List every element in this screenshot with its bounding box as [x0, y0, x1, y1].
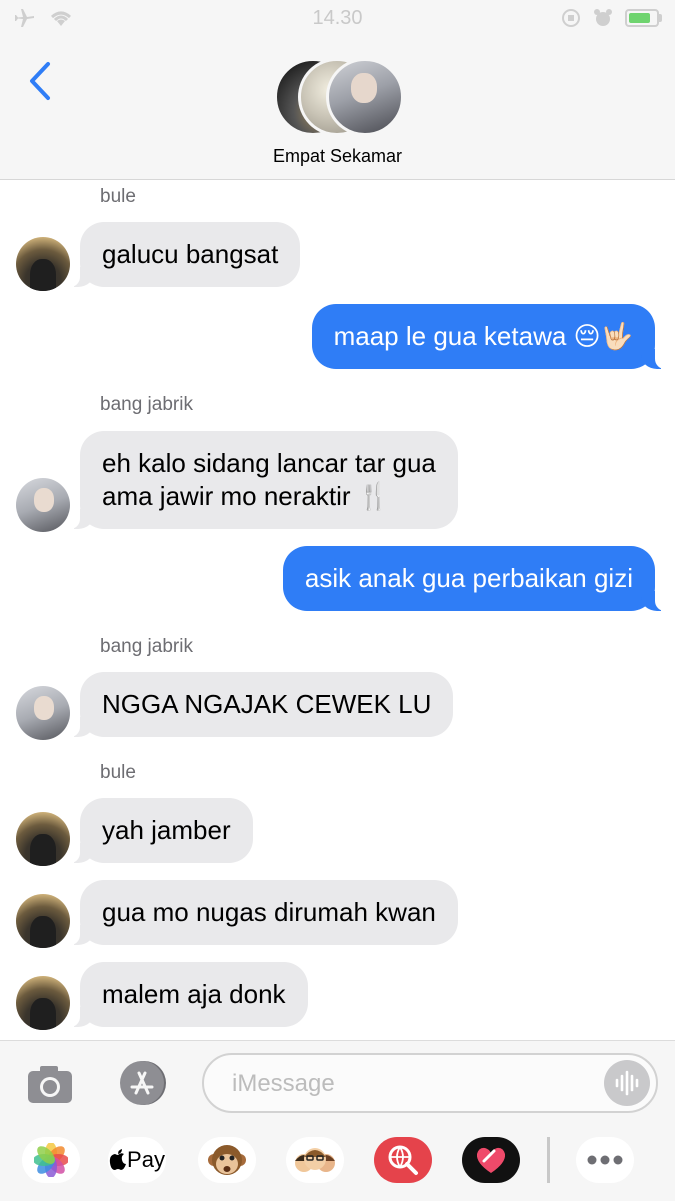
- orientation-lock-icon: [562, 9, 580, 27]
- incoming-message[interactable]: malem aja donk: [70, 962, 308, 1027]
- imessage-input[interactable]: [230, 1067, 594, 1101]
- app-drawer: Pay: [0, 1133, 675, 1191]
- status-bar: 14.30: [0, 0, 675, 38]
- apple-logo-icon: [109, 1149, 127, 1170]
- apple-pay-button[interactable]: Pay: [108, 1137, 166, 1183]
- image-search-button[interactable]: [374, 1137, 432, 1183]
- group-avatars[interactable]: [274, 58, 404, 136]
- audio-message-button[interactable]: [604, 1060, 650, 1106]
- monkey-icon: [208, 1145, 246, 1175]
- apple-pay-label: Pay: [127, 1147, 165, 1172]
- avatar[interactable]: [16, 686, 70, 740]
- photos-app-button[interactable]: [22, 1137, 80, 1183]
- message-field: [202, 1053, 658, 1113]
- sender-name: bang jabrik: [100, 394, 193, 415]
- avatar[interactable]: [16, 478, 70, 532]
- outgoing-message[interactable]: maap le gua ketawa 😔🤟🏻: [311, 304, 666, 369]
- heart-touch-icon: [476, 1147, 506, 1173]
- back-chevron-icon[interactable]: [22, 60, 62, 102]
- incoming-message[interactable]: gua mo nugas dirumah kwan: [70, 880, 458, 945]
- app-drawer-divider: [547, 1137, 550, 1183]
- more-apps-button[interactable]: [576, 1137, 634, 1183]
- incoming-message[interactable]: eh kalo sidang lancar tar gua ama jawir …: [70, 431, 458, 529]
- compose-bar: Pay: [0, 1040, 675, 1201]
- group-member-avatar: [326, 58, 404, 136]
- app-store-icon[interactable]: [114, 1059, 172, 1107]
- memoji-faces-icon: [295, 1148, 335, 1172]
- alarm-icon: [594, 9, 612, 26]
- photos-icon: [34, 1143, 68, 1177]
- incoming-message[interactable]: NGGA NGAJAK CEWEK LU: [69, 672, 454, 737]
- ellipsis-icon: [587, 1155, 623, 1165]
- digital-touch-button[interactable]: [462, 1137, 520, 1183]
- incoming-message[interactable]: galucu bangsat: [69, 222, 301, 287]
- memoji-monkey-button[interactable]: [198, 1137, 256, 1183]
- avatar[interactable]: [16, 976, 70, 1030]
- memoji-stickers-button[interactable]: [286, 1137, 344, 1183]
- battery-icon: [625, 9, 662, 27]
- avatar[interactable]: [16, 237, 70, 291]
- sender-name: bule: [100, 186, 136, 207]
- camera-icon[interactable]: [24, 1063, 76, 1105]
- waveform-icon: [615, 1070, 639, 1096]
- avatar[interactable]: [16, 812, 70, 866]
- conversation-header: Empat Sekamar: [0, 38, 675, 180]
- outgoing-message[interactable]: asik anak gua perbaikan gizi: [282, 546, 666, 611]
- sender-name: bule: [100, 762, 136, 783]
- search-globe-icon: [388, 1145, 418, 1175]
- group-name[interactable]: Empat Sekamar: [0, 146, 675, 167]
- avatar[interactable]: [16, 894, 70, 948]
- incoming-message[interactable]: yah jamber: [70, 798, 253, 863]
- sender-name: bang jabrik: [100, 636, 193, 657]
